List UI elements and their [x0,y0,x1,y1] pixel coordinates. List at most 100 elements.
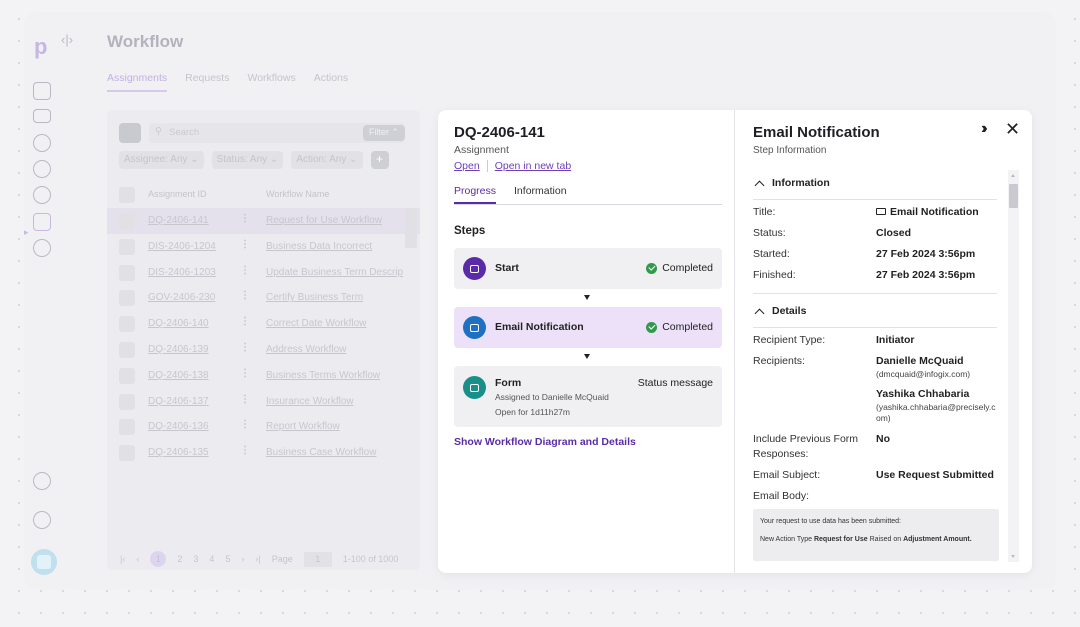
table-row[interactable]: DQ-2406-136 ⋮ Report Workflow [107,414,420,440]
scroll-thumb[interactable] [1009,184,1018,208]
row-menu-icon[interactable]: ⋮ [240,445,250,456]
prev-page-icon[interactable]: ‹ [136,554,139,564]
step-info-scrollbar[interactable] [1008,170,1019,562]
clock-icon[interactable] [33,160,51,178]
status-filter[interactable]: Status: Any ⌄ [211,151,284,169]
table-row[interactable]: DQ-2406-138 ⋮ Business Terms Workflow [107,363,420,389]
row-workflow-name[interactable]: Business Case Workflow [266,447,403,458]
table-row[interactable]: DQ-2406-141 ⋮ Request for Use Workflow [107,208,420,234]
row-workflow-name[interactable]: Correct Date Workflow [266,318,403,329]
table-row[interactable]: DQ-2406-140 ⋮ Correct Date Workflow [107,311,420,337]
row-assignment-id[interactable]: DQ-2406-141 [148,215,209,226]
refresh-icon[interactable] [33,239,51,257]
avatar[interactable] [31,549,57,575]
next-page-icon[interactable]: › [241,554,244,564]
table-row[interactable]: GOV-2406-230 ⋮ Certify Business Term [107,285,420,311]
last-page-icon[interactable]: ›| [255,554,260,564]
row-menu-icon[interactable]: ⋮ [240,290,250,301]
column-header-assignment-id[interactable]: Assignment ID [148,189,207,199]
tab-requests[interactable]: Requests [185,72,229,92]
row-checkbox[interactable] [119,264,135,281]
row-checkbox[interactable] [119,393,135,410]
row-checkbox[interactable] [119,290,135,307]
step-email-notification[interactable]: Email Notification Completed [454,307,722,348]
tab-assignments[interactable]: Assignments [107,72,168,92]
row-assignment-id[interactable]: DQ-2406-138 [148,370,209,381]
help-icon[interactable] [33,511,51,529]
table-row[interactable]: DQ-2406-135 ⋮ Business Case Workflow [107,440,420,466]
list-menu-button[interactable] [119,123,141,143]
tab-workflows[interactable]: Workflows [247,72,295,92]
page-1[interactable]: 1 [150,551,167,567]
details-section-toggle[interactable]: Details [753,305,806,318]
action-filter[interactable]: Action: Any ⌄ [291,151,363,169]
row-assignment-id[interactable]: DIS-2406-1204 [148,241,216,252]
logo-icon[interactable]: p [34,34,47,60]
row-menu-icon[interactable]: ⋮ [240,419,250,430]
row-menu-icon[interactable]: ⋮ [240,342,250,353]
scroll-up-icon[interactable] [1011,174,1015,177]
row-assignment-id[interactable]: DQ-2406-140 [148,318,209,329]
page-input[interactable]: 1 [303,551,332,567]
page-2[interactable]: 2 [177,554,182,564]
row-workflow-name[interactable]: Request for Use Workflow [266,215,403,226]
scroll-down-icon[interactable] [1011,555,1015,558]
close-icon[interactable]: ✕ [1005,119,1020,140]
column-header-workflow-name[interactable]: Workflow Name [266,189,403,199]
tab-progress[interactable]: Progress [454,185,497,204]
row-assignment-id[interactable]: DQ-2406-136 [148,421,209,432]
step-form[interactable]: Form Status message Assigned to Danielle… [454,366,722,427]
row-assignment-id[interactable]: GOV-2406-230 [148,292,215,303]
row-workflow-name[interactable]: Certify Business Term [266,292,403,303]
row-checkbox[interactable] [119,341,135,358]
filter-button[interactable]: Filter ⌃ [363,125,405,141]
row-checkbox[interactable] [119,213,135,229]
user-icon[interactable] [33,472,51,490]
row-assignment-id[interactable]: DQ-2406-135 [148,447,209,458]
location-icon[interactable] [33,186,51,204]
workflow-icon[interactable] [33,213,51,231]
row-checkbox[interactable] [119,238,135,255]
first-page-icon[interactable]: |‹ [120,554,125,564]
book-icon[interactable] [33,109,51,123]
row-menu-icon[interactable]: ⋮ [240,394,250,405]
row-workflow-name[interactable]: Address Workflow [266,344,403,355]
row-checkbox[interactable] [119,316,135,333]
tab-actions[interactable]: Actions [314,72,348,92]
select-all-checkbox[interactable] [119,187,135,203]
row-menu-icon[interactable]: ⋮ [240,368,250,379]
information-section-toggle[interactable]: Information [753,177,830,190]
row-checkbox[interactable] [119,367,135,384]
code-icon[interactable]: ‹|› [61,32,73,47]
row-workflow-name[interactable]: Business Data Incorrect [266,241,403,252]
open-new-tab-link[interactable]: Open in new tab [495,160,571,172]
table-scrollbar[interactable] [405,208,417,248]
table-row[interactable]: DQ-2406-139 ⋮ Address Workflow [107,337,420,363]
row-assignment-id[interactable]: DQ-2406-139 [148,344,209,355]
row-menu-icon[interactable]: ⋮ [240,316,250,327]
table-row[interactable]: DIS-2406-1204 ⋮ Business Data Incorrect [107,234,420,260]
table-row[interactable]: DIS-2406-1203 ⋮ Update Business Term Descr… [107,260,420,286]
page-4[interactable]: 4 [209,554,214,564]
row-workflow-name[interactable]: Update Business Term Descrip [266,267,403,278]
assignee-filter[interactable]: Assignee: Any ⌄ [119,151,204,169]
row-menu-icon[interactable]: ⋮ [240,213,250,224]
row-workflow-name[interactable]: Business Terms Workflow [266,370,403,381]
home-icon[interactable] [33,82,51,100]
tab-information[interactable]: Information [514,185,567,204]
page-3[interactable]: 3 [193,554,198,564]
row-checkbox[interactable] [119,419,135,436]
row-assignment-id[interactable]: DIS-2406-1203 [148,267,216,278]
row-assignment-id[interactable]: DQ-2406-137 [148,396,209,407]
expand-icon[interactable]: ›› [981,120,987,138]
show-workflow-diagram-link[interactable]: Show Workflow Diagram and Details [454,436,636,448]
step-start[interactable]: Start Completed [454,248,722,289]
row-workflow-name[interactable]: Insurance Workflow [266,396,403,407]
open-link[interactable]: Open [454,160,480,172]
row-menu-icon[interactable]: ⋮ [240,239,250,250]
add-filter-button[interactable]: + [370,151,389,169]
table-row[interactable]: DQ-2406-137 ⋮ Insurance Workflow [107,389,420,415]
page-5[interactable]: 5 [225,554,230,564]
row-workflow-name[interactable]: Report Workflow [266,421,403,432]
row-checkbox[interactable] [119,445,135,462]
